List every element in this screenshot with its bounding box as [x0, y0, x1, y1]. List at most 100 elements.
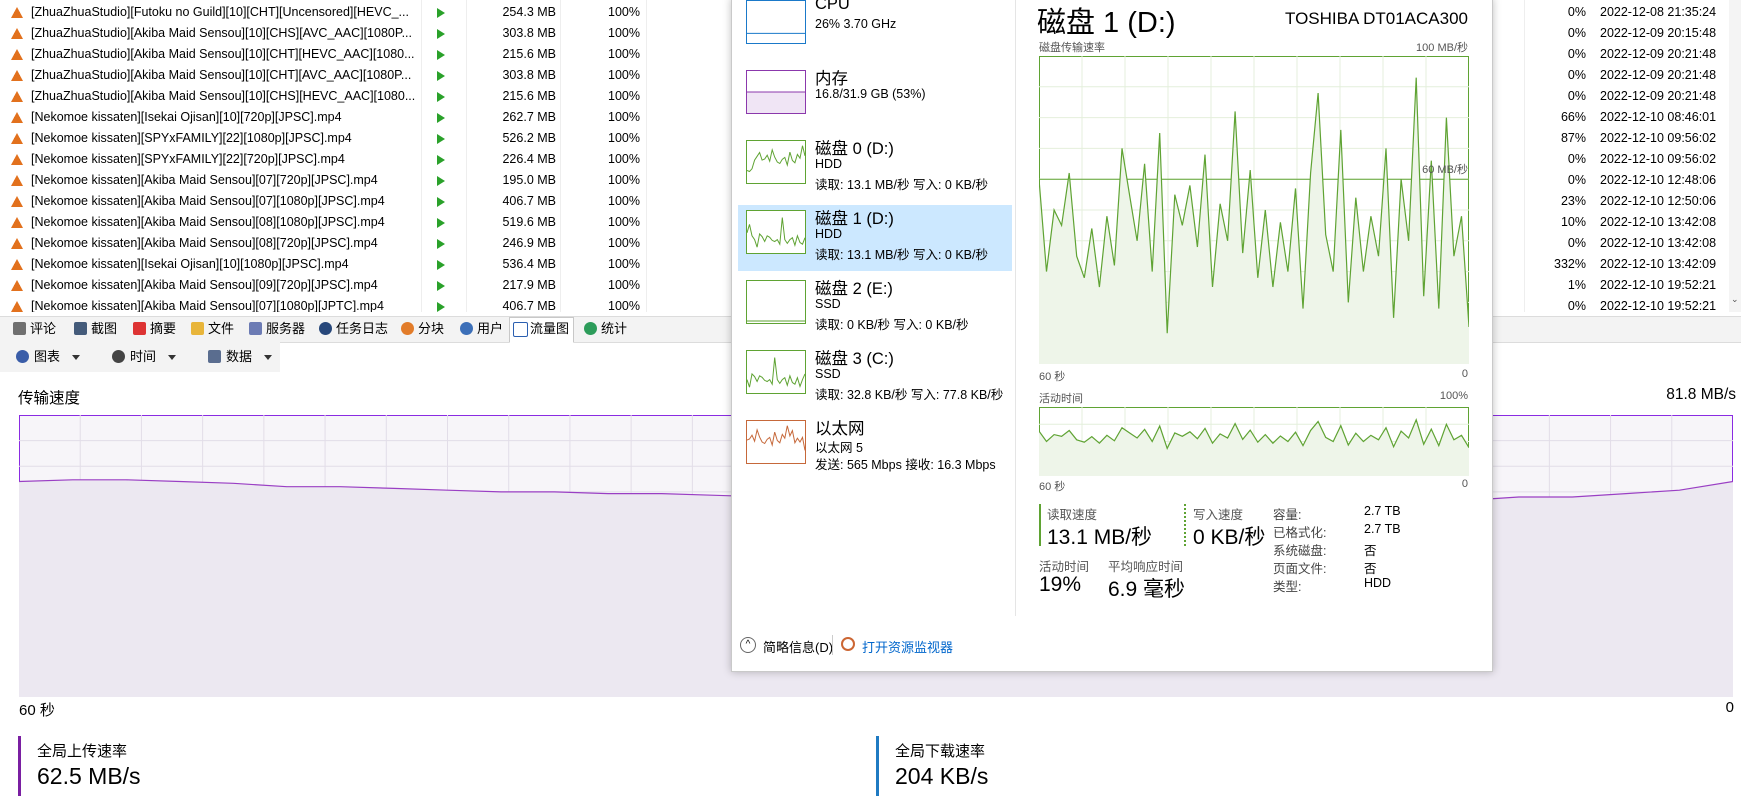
torrent-progress: 100% — [608, 236, 640, 250]
chevron-down-icon — [264, 355, 273, 361]
perf-tile[interactable]: 磁盘 0 (D:) HDD 读取: 13.1 MB/秒 写入: 0 KB/秒 — [738, 135, 1012, 201]
torrent-name: [ZhuaZhuaStudio][Akiba Maid Sensou][10][… — [31, 47, 415, 61]
pie-icon — [401, 322, 414, 335]
upload-arrow-icon — [11, 154, 23, 165]
play-icon[interactable] — [437, 260, 445, 270]
play-icon[interactable] — [437, 176, 445, 186]
tile-detail: 发送: 565 Mbps 接收: 16.3 Mbps — [815, 458, 996, 472]
torrent-completed-time: 0% 2022-12-09 20:21:48 — [1534, 44, 1734, 65]
perf-tile[interactable]: 磁盘 2 (E:) SSD 读取: 0 KB/秒 写入: 0 KB/秒 — [738, 275, 1012, 341]
transfer-rate-max: 100 MB/秒 — [1416, 42, 1468, 54]
write-speed-value: 0 KB/秒 — [1193, 526, 1266, 549]
thumbnail-graph — [746, 420, 806, 464]
info-value: 2.7 TB — [1364, 504, 1401, 518]
play-icon[interactable] — [437, 29, 445, 39]
torrent-size: 536.4 MB — [502, 257, 556, 271]
play-icon[interactable] — [437, 8, 445, 18]
play-icon[interactable] — [437, 50, 445, 60]
tab-files[interactable]: 文件 — [188, 318, 238, 340]
chart-menu-button[interactable]: 图表 — [16, 347, 81, 367]
torrent-completed-time: 0% 2022-12-09 20:15:48 — [1534, 23, 1734, 44]
torrent-name: [Nekomoe kissaten][SPYxFAMILY][22][720p]… — [31, 152, 345, 166]
tab-task-log[interactable]: 任务日志 — [316, 318, 392, 340]
tile-detail: 读取: 13.1 MB/秒 写入: 0 KB/秒 — [815, 248, 988, 262]
chevron-down-icon — [168, 355, 177, 361]
upload-arrow-icon — [11, 238, 23, 249]
play-icon[interactable] — [437, 239, 445, 249]
fewer-details-link[interactable]: 简略信息(D) — [763, 637, 833, 656]
torrent-size: 215.6 MB — [502, 47, 556, 61]
tile-title: 磁盘 2 (E:) — [815, 280, 893, 298]
tab-peers[interactable]: 用户 — [457, 318, 507, 340]
tab-pieces[interactable]: 分块 — [398, 318, 448, 340]
upload-arrow-icon — [11, 112, 23, 123]
scroll-down-arrow-icon[interactable]: ⌄ — [1731, 295, 1739, 304]
sparkline — [747, 32, 805, 34]
tab-screenshots[interactable]: 截图 — [71, 318, 121, 340]
task-manager-footer: ^ 简略信息(D) 打开资源监视器 — [732, 631, 1492, 661]
sparkline — [747, 357, 805, 388]
torrent-name: [ZhuaZhuaStudio][Akiba Maid Sensou][10][… — [31, 89, 416, 103]
torrent-progress: 100% — [608, 68, 640, 82]
torrent-ratio: 87% — [1560, 131, 1586, 145]
tile-subtitle: SSD — [815, 367, 841, 381]
global-upload-stat: 全局上传速率 62.5 MB/s — [18, 736, 141, 796]
torrent-progress: 100% — [608, 26, 640, 40]
torrent-size: 195.0 MB — [502, 173, 556, 187]
play-icon[interactable] — [437, 113, 445, 123]
perf-tile[interactable]: 磁盘 1 (D:) HDD 读取: 13.1 MB/秒 写入: 0 KB/秒 — [738, 205, 1012, 271]
task-manager-window: CPU 26% 3.70 GHz 内存 16.8/31.9 GB (53%) 磁盘 0 … — [731, 0, 1493, 672]
perf-tile[interactable]: CPU 26% 3.70 GHz — [738, 0, 1012, 61]
perf-tile[interactable]: 内存 16.8/31.9 GB (53%) — [738, 65, 1012, 131]
server-icon — [249, 322, 262, 335]
upload-arrow-icon — [11, 28, 23, 39]
thumbnail-graph — [746, 140, 806, 184]
data-menu-button[interactable]: 数据 — [208, 347, 273, 367]
torrent-completed-time: 0% 2022-12-10 19:52:21 — [1534, 296, 1734, 312]
torrent-completed-time: 87% 2022-12-10 09:56:02 — [1534, 128, 1734, 149]
time-menu-button[interactable]: 时间 — [112, 347, 177, 367]
tab-traffic-graph[interactable]: 流量图 — [509, 317, 575, 343]
play-icon[interactable] — [437, 197, 445, 207]
perf-tile[interactable]: 以太网 以太网 5 发送: 565 Mbps 接收: 16.3 Mbps — [738, 415, 1012, 481]
play-icon[interactable] — [437, 302, 445, 312]
tab-statistics[interactable]: 统计 — [581, 318, 631, 340]
info-value: HDD — [1364, 576, 1392, 590]
play-icon[interactable] — [437, 92, 445, 102]
torrent-ratio: 0% — [1567, 47, 1586, 61]
transfer-rate-mid: 60 MB/秒 — [1422, 164, 1468, 176]
tile-subtitle: 26% 3.70 GHz — [815, 17, 897, 31]
info-key: 已格式化: — [1273, 526, 1327, 540]
upload-arrow-icon — [11, 7, 23, 18]
global-download-stat: 全局下载速率 204 KB/s — [876, 736, 988, 796]
play-icon[interactable] — [437, 218, 445, 228]
open-resource-monitor-link[interactable]: 打开资源监视器 — [862, 637, 953, 656]
torrent-name: [Nekomoe kissaten][Akiba Maid Sensou][08… — [31, 215, 385, 229]
play-icon[interactable] — [437, 71, 445, 81]
info-value: 否 — [1364, 562, 1377, 576]
sparkline — [747, 91, 805, 113]
list-scrollbar[interactable] — [1729, 0, 1741, 312]
play-icon[interactable] — [437, 281, 445, 291]
upload-arrow-icon — [11, 49, 23, 60]
tab-servers[interactable]: 服务器 — [246, 318, 309, 340]
chevron-up-icon[interactable]: ^ — [740, 637, 756, 653]
torrent-size: 215.6 MB — [502, 89, 556, 103]
torrent-ratio: 0% — [1567, 299, 1586, 312]
play-icon[interactable] — [437, 155, 445, 165]
tile-title: 磁盘 0 (D:) — [815, 140, 894, 158]
transfer-speed-max: 81.8 MB/s — [1666, 386, 1736, 403]
torrent-name: [ZhuaZhuaStudio][Akiba Maid Sensou][10][… — [31, 26, 413, 40]
thumbnail-graph — [746, 210, 806, 254]
thumbnail-graph — [746, 0, 806, 44]
play-icon[interactable] — [437, 134, 445, 144]
torrent-ratio: 0% — [1567, 152, 1586, 166]
tab-summary[interactable]: 摘要 — [130, 318, 180, 340]
torrent-completed-time: 10% 2022-12-10 13:42:08 — [1534, 212, 1734, 233]
torrent-size: 519.6 MB — [502, 215, 556, 229]
line-chart-icon — [513, 322, 528, 337]
torrent-size: 262.7 MB — [502, 110, 556, 124]
tab-comments[interactable]: 评论 — [10, 318, 60, 340]
perf-tile[interactable]: 磁盘 3 (C:) SSD 读取: 32.8 KB/秒 写入: 77.8 KB/秒 — [738, 345, 1012, 411]
sparkline — [747, 217, 805, 248]
